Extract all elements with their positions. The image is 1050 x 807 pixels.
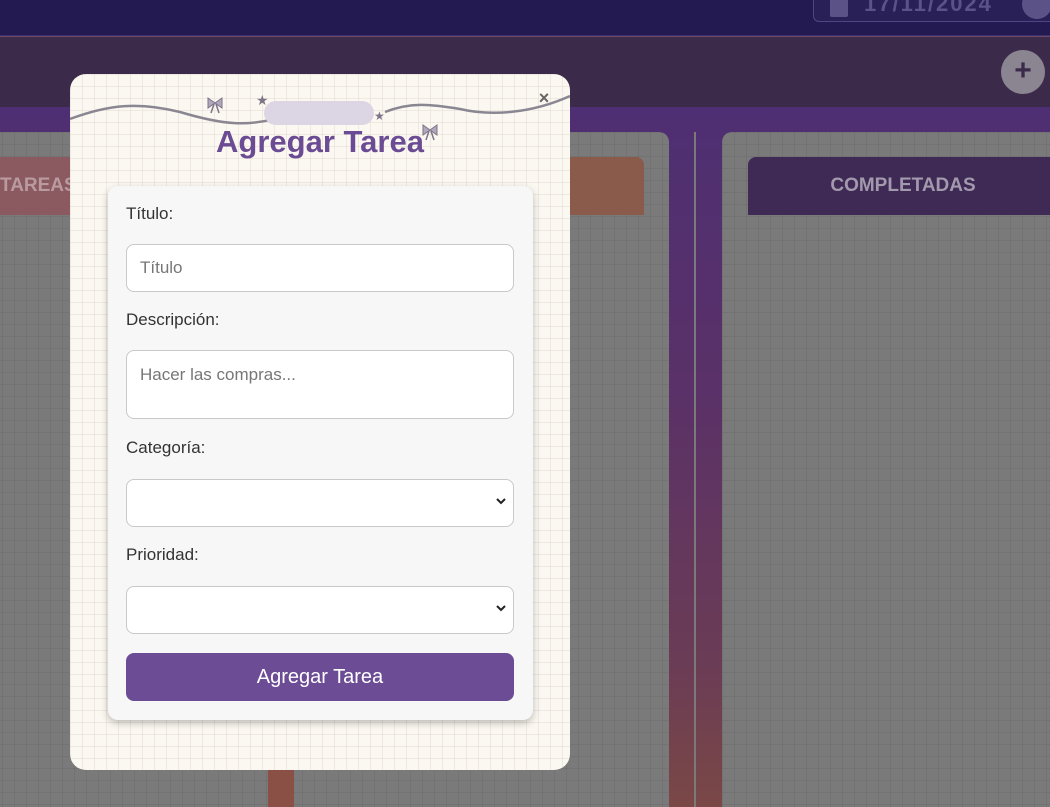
chevron-down-icon: [496, 605, 506, 612]
title-label: Título:: [126, 204, 174, 223]
add-task-modal: ★ ★ × Agregar Tarea Título: Descripción:…: [70, 74, 570, 770]
modal-title: Agregar Tarea: [216, 124, 424, 159]
column-header-in-progress: [560, 157, 644, 215]
star-icon: ★: [256, 92, 269, 108]
clock-icon[interactable]: [1022, 0, 1050, 19]
title-input[interactable]: [126, 244, 514, 292]
add-task-form: Título: Descripción: Categoría: Priorida…: [108, 186, 533, 720]
category-select[interactable]: [126, 479, 514, 527]
plus-icon: +: [1014, 54, 1032, 87]
date-picker[interactable]: 17/11/2024: [813, 0, 1050, 22]
column-header-todo: TAREAS: [0, 157, 80, 215]
close-button[interactable]: ×: [536, 88, 552, 108]
column-stub: [268, 770, 294, 807]
column-completed: [722, 132, 1050, 807]
top-bar: 17/11/2024: [0, 0, 1050, 36]
column-header-completed: COMPLETADAS: [748, 157, 1050, 215]
star-icon: ★: [374, 109, 385, 123]
add-task-button[interactable]: +: [1001, 50, 1045, 94]
description-textarea[interactable]: [126, 350, 514, 419]
category-label: Categoría:: [126, 438, 206, 457]
calendar-icon: [830, 0, 848, 17]
description-label: Descripción:: [126, 310, 220, 329]
chevron-down-icon: [496, 498, 506, 505]
priority-label: Prioridad:: [126, 545, 199, 564]
date-value: 17/11/2024: [864, 0, 993, 16]
column-divider: [694, 132, 696, 807]
submit-task-button[interactable]: Agregar Tarea: [126, 653, 514, 701]
bow-icon: [207, 97, 223, 114]
priority-select[interactable]: [126, 586, 514, 634]
